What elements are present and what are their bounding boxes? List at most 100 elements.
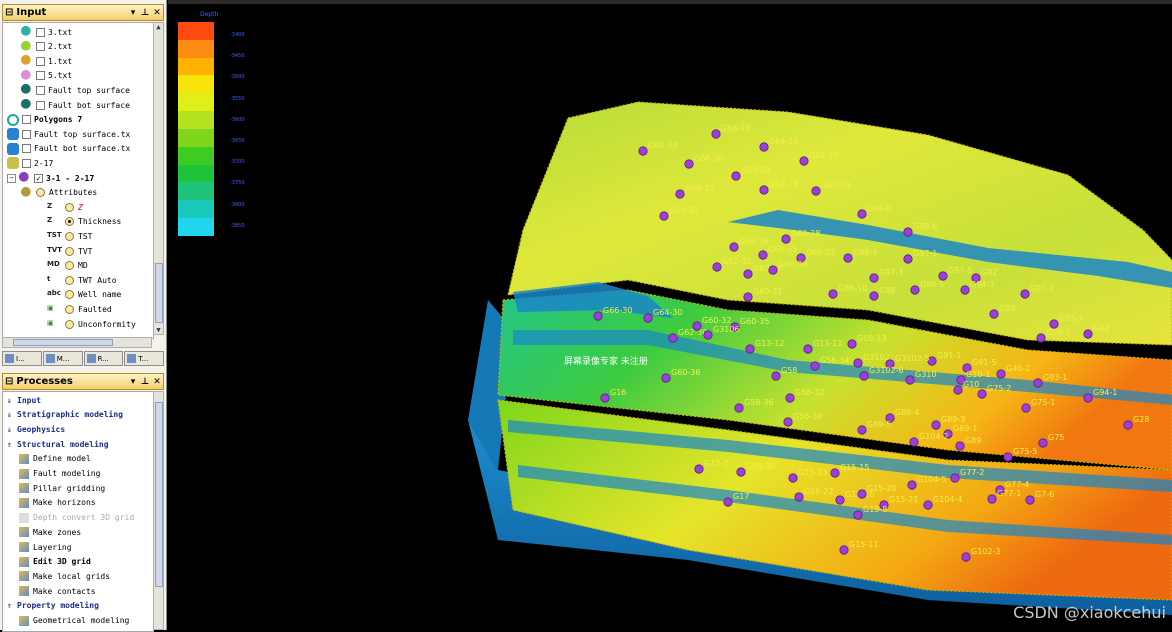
well-head-icon[interactable] (745, 344, 755, 354)
process-category[interactable]: ⇓ Stratigraphic modeling (5, 408, 123, 422)
process-item[interactable]: Make horizons (19, 496, 96, 510)
attribute-radio[interactable] (65, 290, 74, 300)
well-head-icon[interactable] (977, 389, 987, 399)
well-head-icon[interactable] (810, 361, 820, 371)
pane-tab[interactable]: R... (83, 351, 124, 366)
process-item[interactable]: Define model (19, 452, 91, 466)
visibility-checkbox[interactable] (36, 71, 45, 81)
well-head-icon[interactable] (759, 142, 769, 152)
3d-viewport[interactable]: G66-28 G64-26 G64-32 G62-24 G66-30 G64-28 G62-… (168, 0, 1172, 630)
well-head-icon[interactable] (736, 467, 746, 477)
well-head-icon[interactable] (729, 242, 739, 252)
well-head-icon[interactable] (803, 344, 813, 354)
visibility-checkbox[interactable] (36, 27, 45, 37)
process-category[interactable]: ⇑ Property modeling (5, 599, 99, 613)
process-item[interactable]: Fault modeling (19, 467, 100, 481)
well-head-icon[interactable] (799, 156, 809, 166)
visibility-checkbox[interactable] (22, 144, 31, 154)
visibility-checkbox[interactable] (34, 173, 43, 183)
tree-item[interactable]: 3.txt (21, 25, 72, 39)
well-head-icon[interactable] (923, 500, 933, 510)
well-head-icon[interactable] (903, 227, 913, 237)
well-head-icon[interactable] (938, 271, 948, 281)
well-head-icon[interactable] (694, 464, 704, 474)
well-head-icon[interactable] (1083, 393, 1093, 403)
well-head-icon[interactable] (661, 373, 671, 383)
tree-item[interactable]: 2-17 (7, 156, 53, 170)
attribute-item[interactable]: ▣ Unconformity (47, 317, 136, 331)
well-head-icon[interactable] (960, 285, 970, 295)
tree-item[interactable]: 1.txt (21, 54, 72, 68)
process-category[interactable]: ⇓ Geophysics (5, 422, 65, 436)
processes-panel-expand-icon[interactable]: ⊟ (5, 376, 13, 387)
well-head-icon[interactable] (1083, 329, 1093, 339)
attribute-item[interactable]: MD MD (47, 259, 88, 273)
tree-item[interactable]: Attributes (21, 186, 97, 200)
process-category[interactable]: ⇑ Structural modeling (5, 437, 108, 451)
well-head-icon[interactable] (1049, 319, 1059, 329)
well-head-icon[interactable] (1020, 289, 1030, 299)
well-head-icon[interactable] (835, 495, 845, 505)
pane-tab[interactable]: I... (2, 351, 42, 366)
well-head-icon[interactable] (731, 171, 741, 181)
well-head-icon[interactable] (743, 269, 753, 279)
scroll-thumb[interactable] (155, 263, 163, 323)
well-head-icon[interactable] (1021, 403, 1031, 413)
scroll-thumb[interactable] (155, 402, 163, 587)
well-head-icon[interactable] (907, 480, 917, 490)
well-head-icon[interactable] (811, 186, 821, 196)
well-head-icon[interactable] (961, 552, 971, 562)
well-head-icon[interactable] (950, 473, 960, 483)
well-head-icon[interactable] (931, 420, 941, 430)
well-head-icon[interactable] (759, 185, 769, 195)
attribute-item[interactable]: TVT TVT (47, 244, 92, 258)
input-tree-vertical-scrollbar[interactable]: ▲ ▼ (153, 22, 164, 335)
scroll-thumb[interactable] (13, 339, 113, 346)
well-head-icon[interactable] (1025, 495, 1035, 505)
well-head-icon[interactable] (659, 211, 669, 221)
collapse-icon[interactable]: ⇑ (5, 440, 14, 449)
well-head-icon[interactable] (996, 369, 1006, 379)
visibility-checkbox[interactable] (22, 158, 31, 168)
well-head-icon[interactable] (839, 545, 849, 555)
attribute-radio[interactable] (65, 246, 74, 256)
processes-vertical-scrollbar[interactable] (153, 391, 164, 630)
process-item[interactable]: Edit 3D grid (19, 555, 91, 569)
tree-item[interactable]: Fault bot surface (21, 98, 130, 112)
visibility-checkbox[interactable] (22, 115, 31, 125)
attribute-radio[interactable] (65, 231, 74, 241)
expand-icon[interactable]: − (7, 173, 16, 183)
pane-tab[interactable]: T... (124, 351, 164, 366)
well-head-icon[interactable] (989, 309, 999, 319)
well-head-icon[interactable] (734, 403, 744, 413)
well-head-icon[interactable] (859, 371, 869, 381)
well-head-icon[interactable] (853, 358, 863, 368)
process-item[interactable]: Make contacts (19, 584, 96, 598)
attributes-radio[interactable] (36, 188, 45, 198)
visibility-checkbox[interactable] (36, 85, 45, 95)
visibility-checkbox[interactable] (22, 129, 31, 139)
well-head-icon[interactable] (953, 385, 963, 395)
well-head-icon[interactable] (600, 393, 610, 403)
well-head-icon[interactable] (847, 339, 857, 349)
attribute-radio[interactable] (65, 217, 74, 227)
scroll-down-icon[interactable]: ▼ (154, 326, 163, 334)
well-head-icon[interactable] (711, 129, 721, 139)
process-item[interactable]: Depth convert 3D grid (19, 511, 134, 525)
attribute-radio[interactable] (65, 261, 74, 271)
attribute-radio[interactable] (65, 202, 74, 212)
close-icon[interactable]: ✕ (151, 8, 163, 18)
well-head-icon[interactable] (830, 468, 840, 478)
well-head-icon[interactable] (638, 146, 648, 156)
well-head-icon[interactable] (869, 273, 879, 283)
well-head-icon[interactable] (1036, 333, 1046, 343)
well-head-icon[interactable] (910, 285, 920, 295)
tree-item[interactable]: Fault bot surface.tx (7, 142, 130, 156)
tree-item[interactable]: − 3-1 - 2-17 (7, 171, 94, 185)
well-head-icon[interactable] (675, 189, 685, 199)
input-tree-horizontal-scrollbar[interactable] (2, 337, 152, 348)
attribute-item[interactable]: ▣ Faulted (47, 302, 112, 316)
well-head-icon[interactable] (643, 313, 653, 323)
scroll-up-icon[interactable]: ▲ (154, 23, 163, 31)
process-category[interactable]: ⇓ Input (5, 393, 41, 407)
